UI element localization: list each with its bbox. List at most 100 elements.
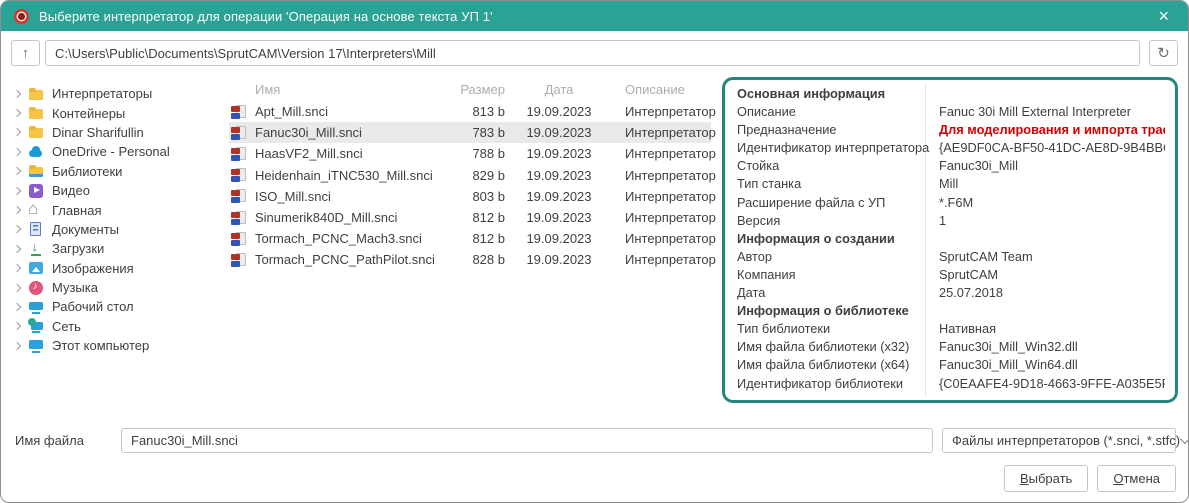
sidebar-item-label: Сеть xyxy=(52,319,81,334)
interpreter-file-icon xyxy=(231,104,247,120)
info-value: Fanuc30i_Mill_Win64.dll xyxy=(939,356,1165,374)
info-row: СтойкаFanuc30i_Mill xyxy=(725,157,1175,175)
sidebar-item-home[interactable]: Главная xyxy=(12,200,227,219)
refresh-icon: ↻ xyxy=(1157,44,1170,62)
file-list: Имя Размер Дата Описание Apt_Mill.snci81… xyxy=(227,77,713,420)
file-row[interactable]: ISO_Mill.snci803 b19.09.2023Интерпретато… xyxy=(229,186,711,207)
sidebar-item-containers[interactable]: Контейнеры xyxy=(12,103,227,122)
chevron-right-icon[interactable] xyxy=(13,322,21,330)
libraries-icon xyxy=(28,163,44,179)
column-header-date[interactable]: Дата xyxy=(509,82,609,97)
info-row: Идентификатор библиотеки{C0EAAFE4-9D18-4… xyxy=(725,375,1175,393)
file-row[interactable]: Tormach_PCNC_Mach3.snci812 b19.09.2023Ин… xyxy=(229,228,711,249)
info-label: Предназначение xyxy=(737,121,923,139)
sidebar-item-videos[interactable]: Видео xyxy=(12,181,227,200)
info-section-header: Информация о библиотеке xyxy=(725,302,1175,320)
info-row: Тип станкаMill xyxy=(725,175,1175,193)
file-name: Tormach_PCNC_Mach3.snci xyxy=(255,231,443,246)
chevron-right-icon[interactable] xyxy=(13,89,21,97)
select-button[interactable]: Выбрать xyxy=(1004,465,1088,492)
chevron-right-icon[interactable] xyxy=(13,225,21,233)
info-row: АвторSprutCAM Team xyxy=(725,248,1175,266)
info-value: Нативная xyxy=(939,320,1165,338)
close-icon[interactable]: × xyxy=(1152,7,1175,25)
chevron-right-icon[interactable] xyxy=(13,167,21,175)
file-size: 783 b xyxy=(443,125,509,140)
network-icon xyxy=(28,318,44,334)
file-row[interactable]: Tormach_PCNC_PathPilot.snci828 b19.09.20… xyxy=(229,249,711,270)
chevron-right-icon[interactable] xyxy=(13,264,21,272)
chevron-right-icon[interactable] xyxy=(13,342,21,350)
file-name: Apt_Mill.snci xyxy=(255,104,443,119)
address-input[interactable] xyxy=(45,40,1140,66)
sidebar-item-pictures[interactable]: Изображения xyxy=(12,259,227,278)
sidebar-item-label: Рабочий стол xyxy=(52,299,134,314)
videos-icon xyxy=(28,183,44,199)
sidebar-item-music[interactable]: Музыка xyxy=(12,278,227,297)
column-header-size[interactable]: Размер xyxy=(443,82,509,97)
info-label: Стойка xyxy=(737,157,923,175)
chevron-right-icon[interactable] xyxy=(13,283,21,291)
file-type-select[interactable]: Файлы интерпретаторов (*.snci, *.stfc) xyxy=(942,428,1176,453)
info-label: Описание xyxy=(737,103,923,121)
file-row[interactable]: HaasVF2_Mill.snci788 b19.09.2023Интерпре… xyxy=(229,143,711,164)
info-row: Идентификатор интерпретатора{AE9DF0CA-BF… xyxy=(725,139,1175,157)
sidebar-item-dinar-sharifullin[interactable]: Dinar Sharifullin xyxy=(12,123,227,142)
file-desc: Интерпретатор xyxy=(609,125,716,140)
footer: Имя файла Файлы интерпретаторов (*.snci,… xyxy=(1,420,1188,502)
chevron-right-icon[interactable] xyxy=(13,148,21,156)
file-date: 19.09.2023 xyxy=(509,210,609,225)
file-row[interactable]: Apt_Mill.snci813 b19.09.2023Интерпретато… xyxy=(229,101,711,122)
sidebar-item-documents[interactable]: Документы xyxy=(12,220,227,239)
file-row[interactable]: Heidenhain_iTNC530_Mill.snci829 b19.09.2… xyxy=(229,165,711,186)
column-header-desc[interactable]: Описание xyxy=(609,82,711,97)
chevron-right-icon[interactable] xyxy=(13,128,21,136)
info-label: Идентификатор библиотеки xyxy=(737,375,923,393)
sidebar-item-this-pc[interactable]: Этот компьютер xyxy=(12,336,227,355)
file-name: Fanuc30i_Mill.snci xyxy=(255,125,443,140)
sidebar-item-label: Документы xyxy=(52,222,119,237)
info-row: Имя файла библиотеки (x64)Fanuc30i_Mill_… xyxy=(725,356,1175,374)
chevron-right-icon[interactable] xyxy=(13,109,21,117)
sidebar-item-label: Dinar Sharifullin xyxy=(52,125,144,140)
info-row: КомпанияSprutCAM xyxy=(725,266,1175,284)
info-value: Для моделирования и импорта траектории xyxy=(939,121,1165,139)
folder-icon xyxy=(28,124,44,140)
file-row[interactable]: Sinumerik840D_Mill.snci812 b19.09.2023Ин… xyxy=(229,207,711,228)
info-label: Тип станка xyxy=(737,175,923,193)
chevron-right-icon[interactable] xyxy=(13,245,21,253)
up-directory-button[interactable]: ↑ xyxy=(11,40,40,66)
refresh-button[interactable]: ↻ xyxy=(1149,40,1178,66)
file-size: 828 b xyxy=(443,252,509,267)
file-row[interactable]: Fanuc30i_Mill.snci783 b19.09.2023Интерпр… xyxy=(229,122,711,143)
file-name: HaasVF2_Mill.snci xyxy=(255,146,443,161)
cancel-button[interactable]: Отмена xyxy=(1097,465,1176,492)
interpreter-file-icon xyxy=(231,231,247,247)
column-header-name[interactable]: Имя xyxy=(255,82,443,97)
filename-input[interactable] xyxy=(121,428,933,453)
chevron-right-icon[interactable] xyxy=(13,186,21,194)
sidebar-item-desktop[interactable]: Рабочий стол xyxy=(12,297,227,316)
file-date: 19.09.2023 xyxy=(509,125,609,140)
info-value: Fanuc30i_Mill_Win32.dll xyxy=(939,338,1165,356)
chevron-right-icon[interactable] xyxy=(13,303,21,311)
info-rows: Основная информацияОписаниеFanuc 30i Mil… xyxy=(725,85,1175,393)
file-date: 19.09.2023 xyxy=(509,189,609,204)
info-row: Расширение файла с УП *.F6M xyxy=(725,194,1175,212)
home-icon xyxy=(28,202,44,218)
sidebar-item-libraries[interactable]: Библиотеки xyxy=(12,162,227,181)
info-row: Версия1 xyxy=(725,212,1175,230)
file-name: Tormach_PCNC_PathPilot.snci xyxy=(255,252,443,267)
info-label: Компания xyxy=(737,266,923,284)
info-label: Расширение файла с УП xyxy=(737,194,923,212)
sidebar-item-downloads[interactable]: Загрузки xyxy=(12,239,227,258)
sidebar-item-interpreters[interactable]: Интерпретаторы xyxy=(12,84,227,103)
info-value: *.F6M xyxy=(939,194,1165,212)
sidebar-item-network[interactable]: Сеть xyxy=(12,317,227,336)
info-row: ОписаниеFanuc 30i Mill External Interpre… xyxy=(725,103,1175,121)
chevron-right-icon[interactable] xyxy=(13,206,21,214)
file-size: 788 b xyxy=(443,146,509,161)
sidebar-item-onedrive[interactable]: OneDrive - Personal xyxy=(12,142,227,161)
desktop-icon xyxy=(28,299,44,315)
file-rows: Apt_Mill.snci813 b19.09.2023Интерпретато… xyxy=(229,101,711,271)
